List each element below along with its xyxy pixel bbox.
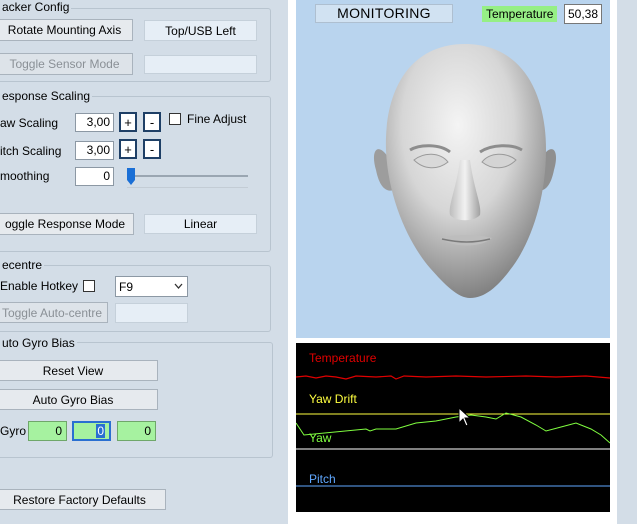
hotkey-select-value: F9	[119, 280, 134, 294]
mount-orientation-value: Top/USB Left	[144, 20, 257, 41]
auto-gyro-bias-title: uto Gyro Bias	[0, 336, 77, 350]
smoothing-input[interactable]: 0	[75, 167, 114, 186]
gyro-x-input[interactable]: 0	[28, 421, 67, 441]
monitoring-title: MONITORING	[315, 4, 453, 23]
yaw-trace	[296, 412, 610, 444]
smoothing-slider-thumb[interactable]	[127, 168, 135, 185]
response-mode-value: Linear	[144, 214, 257, 234]
tracker-config-title: acker Config	[0, 0, 72, 14]
gyro-z-input[interactable]: 0	[117, 421, 156, 441]
reset-view-button[interactable]: Reset View	[0, 360, 158, 381]
toggle-autocentre-button[interactable]: Toggle Auto-centre	[0, 302, 108, 323]
pitch-scaling-minus-button[interactable]: -	[143, 139, 161, 159]
yaw-scaling-minus-button[interactable]: -	[143, 112, 161, 132]
smoothing-label: moothing	[0, 169, 50, 183]
graph-traces	[296, 375, 610, 487]
pitch-scaling-input[interactable]: 3,00	[75, 141, 114, 160]
sensor-graph: Temperature Yaw Drift Yaw Pitch	[296, 343, 610, 512]
yaw-scaling-plus-button[interactable]: +	[119, 112, 137, 132]
recentre-title: ecentre	[0, 258, 45, 272]
auto-gyro-bias-button[interactable]: Auto Gyro Bias	[0, 389, 158, 410]
toggle-sensor-mode-button[interactable]: Toggle Sensor Mode	[0, 53, 133, 75]
yaw-scaling-input[interactable]: 3,00	[75, 113, 114, 132]
monitoring-panel: MONITORING Temperature 50,38 Temperature…	[288, 0, 617, 524]
pitch-scaling-plus-button[interactable]: +	[119, 139, 137, 159]
autocentre-value	[115, 303, 188, 323]
gyro-y-input[interactable]: 0	[72, 421, 111, 441]
enable-hotkey-label: Enable Hotkey	[0, 279, 79, 293]
smoothing-slider-track[interactable]	[127, 175, 248, 177]
temperature-trace	[296, 375, 610, 380]
restore-factory-defaults-button[interactable]: Restore Factory Defaults	[0, 489, 166, 510]
chevron-down-icon	[174, 283, 183, 289]
fine-adjust-checkbox[interactable]	[169, 113, 181, 125]
hotkey-select[interactable]: F9	[115, 276, 188, 297]
rotate-mounting-axis-button[interactable]: Rotate Mounting Axis	[0, 19, 133, 41]
toggle-response-mode-button[interactable]: oggle Response Mode	[0, 213, 134, 235]
head-3d-view: MONITORING Temperature 50,38	[296, 0, 610, 338]
mouse-cursor-icon	[458, 407, 472, 427]
gyro-label: Gyro	[0, 424, 27, 438]
gyro-y-value: 0	[96, 424, 105, 438]
temperature-label: Temperature	[482, 6, 558, 22]
response-scaling-title: esponse Scaling	[0, 89, 93, 103]
sensor-mode-value	[144, 55, 257, 74]
fine-adjust-label: Fine Adjust	[187, 112, 247, 126]
temperature-value: 50,38	[564, 4, 602, 24]
pitch-scaling-label: itch Scaling	[0, 144, 62, 158]
head-model-icon	[373, 44, 557, 298]
enable-hotkey-checkbox[interactable]	[83, 280, 95, 292]
smoothing-slider-ticks	[127, 187, 248, 188]
yaw-scaling-label: aw Scaling	[0, 116, 59, 130]
